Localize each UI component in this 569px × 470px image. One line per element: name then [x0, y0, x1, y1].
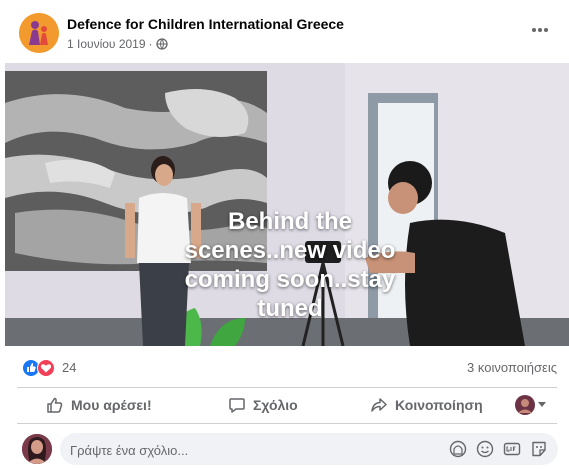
post-card: Defence for Children International Greec… [0, 0, 569, 470]
post-stats: 24 3 κοινοποιήσεις [0, 346, 569, 386]
meta-separator: · [148, 37, 153, 51]
page-logo-icon [19, 13, 59, 53]
reaction-count[interactable]: 24 [62, 360, 76, 375]
love-icon [37, 359, 55, 377]
page-avatar[interactable] [19, 13, 59, 53]
share-icon [371, 398, 387, 412]
post-meta: 1 Ιουνίου 2019 · [67, 37, 168, 51]
sticker-pack-icon [532, 441, 546, 457]
post-header: Defence for Children International Greec… [0, 0, 569, 62]
post-date[interactable]: 1 Ιουνίου 2019 [67, 37, 146, 51]
emoji-icon [476, 440, 494, 458]
comment-box [60, 433, 558, 467]
chevron-down-icon [538, 402, 546, 407]
comment-composer [0, 428, 569, 470]
like-button[interactable]: Μου αρέσει! [46, 388, 152, 422]
globe-icon [155, 38, 168, 50]
emoji-button[interactable] [476, 440, 494, 458]
post-actions: Μου αρέσει! Σχόλιο Κοινοποίηση [0, 388, 569, 422]
user-photo [22, 434, 52, 464]
thumbs-up-icon [47, 397, 63, 413]
share-count[interactable]: 3 κοινοποιήσεις [467, 360, 557, 375]
page-name-link[interactable]: Defence for Children International Greec… [67, 16, 344, 32]
gif-icon [503, 442, 521, 456]
user-avatar-small-icon [515, 395, 535, 415]
more-options-button[interactable] [522, 18, 558, 42]
divider [17, 423, 557, 424]
post-photo[interactable]: Behind the scenes..new video coming soon… [5, 63, 569, 346]
share-label: Κοινοποίηση [395, 397, 483, 413]
sticker-icon [449, 440, 467, 458]
comment-icon [229, 398, 245, 413]
comment-tools [449, 440, 548, 458]
like-label: Μου αρέσει! [71, 397, 152, 413]
reaction-icons[interactable] [22, 359, 55, 377]
audience-selector[interactable] [515, 395, 546, 415]
share-button[interactable]: Κοινοποίηση [370, 388, 483, 422]
more-options-icon [532, 28, 548, 32]
comment-button[interactable]: Σχόλιο [228, 388, 298, 422]
photo-overlay-text: Behind the scenes..new video coming soon… [184, 208, 396, 322]
user-avatar[interactable] [22, 434, 52, 464]
sticker-pack-button[interactable] [530, 440, 548, 458]
avatar-sticker-button[interactable] [449, 440, 467, 458]
comment-input[interactable] [68, 433, 442, 467]
gif-button[interactable] [503, 440, 521, 458]
comment-label: Σχόλιο [253, 397, 298, 413]
